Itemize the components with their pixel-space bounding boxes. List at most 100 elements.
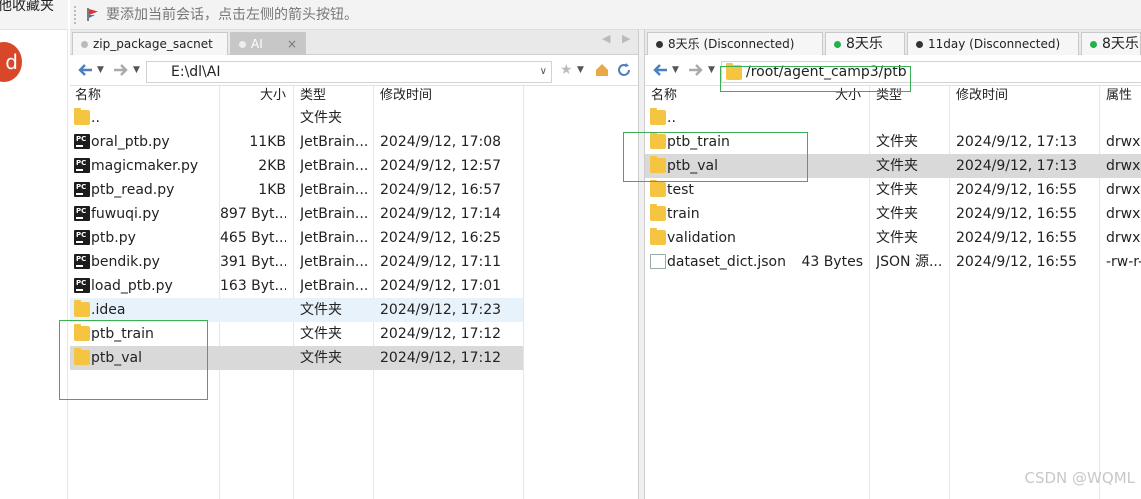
column-header-mtime[interactable]: 修改时间 bbox=[956, 87, 1008, 105]
tab-scroll-right-icon[interactable]: ▶ bbox=[622, 32, 630, 45]
tab-session-3[interactable]: 11day (Disconnected) bbox=[907, 32, 1079, 55]
back-dropdown-icon[interactable]: ▼ bbox=[97, 61, 104, 79]
tab-label: 8天乐 bbox=[1102, 36, 1139, 52]
cell-mtime: 2024/9/12, 17:12 bbox=[380, 350, 502, 366]
cell-type: 文件夹 bbox=[300, 302, 342, 318]
favorites-header[interactable]: 他收藏夹 bbox=[0, 0, 68, 30]
right-tab-bar: 8天乐 (Disconnected) 8天乐 11day (Disconnect… bbox=[645, 30, 1141, 55]
left-toolbar: ▼ ▼ E:\dl\AI ∨ ★ ▼ bbox=[70, 56, 638, 86]
cell-type: JetBrain... bbox=[300, 134, 369, 150]
tab-label: 8天乐 bbox=[846, 36, 883, 52]
cell-type: 文件夹 bbox=[876, 230, 918, 246]
list-item[interactable]: PC ptb.py 465 Byt... JetBrain... 2024/9/12, … bbox=[70, 226, 523, 250]
python-file-icon: PC bbox=[74, 158, 90, 173]
column-header-type[interactable]: 类型 bbox=[300, 87, 326, 105]
cell-mtime: 2024/9/12, 17:14 bbox=[380, 206, 502, 222]
list-item[interactable]: validation 文件夹 2024/9/12, 16:55 drwxr bbox=[645, 226, 1141, 250]
python-file-icon: PC bbox=[74, 230, 90, 245]
cell-name: ptb.py bbox=[91, 230, 136, 246]
cell-size: 2KB bbox=[258, 158, 286, 174]
tab-label: 8天乐 (Disconnected) bbox=[668, 37, 795, 51]
left-column-headers: 名称 大小 类型 修改时间 bbox=[70, 86, 638, 106]
cell-size: 897 Byt... bbox=[220, 206, 286, 222]
python-file-icon: PC bbox=[74, 182, 90, 197]
refresh-icon[interactable] bbox=[616, 61, 632, 79]
cell-mtime: 2024/9/12, 16:55 bbox=[956, 206, 1078, 222]
column-header-size[interactable]: 大小 bbox=[260, 87, 286, 105]
watermark: CSDN @WQML bbox=[1024, 469, 1135, 487]
pane-splitter[interactable] bbox=[638, 30, 645, 499]
forward-dropdown-icon[interactable]: ▼ bbox=[708, 61, 715, 79]
list-item[interactable]: PC ptb_read.py 1KB JetBrain... 2024/9/12, 16… bbox=[70, 178, 523, 202]
bookmark-dropdown-icon[interactable]: ▼ bbox=[577, 61, 584, 79]
cell-name: load_ptb.py bbox=[91, 278, 173, 294]
home-icon[interactable] bbox=[594, 61, 610, 79]
cell-mtime: 2024/9/12, 17:11 bbox=[380, 254, 502, 270]
back-arrow-icon[interactable] bbox=[76, 61, 94, 79]
left-tab-bar: zip_package_sacnet AI × ◀ ▶ bbox=[70, 30, 638, 55]
forward-arrow-icon[interactable] bbox=[687, 61, 705, 79]
tab-session-1[interactable]: 8天乐 (Disconnected) bbox=[647, 32, 823, 55]
cell-type: 文件夹 bbox=[876, 182, 918, 198]
forward-dropdown-icon[interactable]: ▼ bbox=[133, 61, 140, 79]
list-item[interactable]: train 文件夹 2024/9/12, 16:55 drwxr bbox=[645, 202, 1141, 226]
left-path-input[interactable]: E:\dl\AI ∨ bbox=[146, 61, 552, 83]
highlight-box bbox=[59, 320, 208, 400]
grip-handle[interactable] bbox=[74, 6, 77, 24]
column-header-mtime[interactable]: 修改时间 bbox=[380, 87, 432, 105]
column-header-name[interactable]: 名称 bbox=[651, 87, 677, 105]
cell-mtime: 2024/9/12, 16:55 bbox=[956, 254, 1078, 270]
cell-mtime: 2024/9/12, 17:08 bbox=[380, 134, 502, 150]
folder-icon bbox=[650, 180, 666, 197]
list-item[interactable]: PC magicmaker.py 2KB JetBrain... 2024/9/12, … bbox=[70, 154, 523, 178]
avatar[interactable]: d bbox=[0, 42, 22, 82]
cell-size: 391 Byt... bbox=[220, 254, 286, 270]
list-item[interactable]: PC oral_ptb.py 11KB JetBrain... 2024/9/12, 1… bbox=[70, 130, 523, 154]
list-item[interactable]: PC fuwuqi.py 897 Byt... JetBrain... 2024/9/1… bbox=[70, 202, 523, 226]
back-arrow-icon[interactable] bbox=[651, 61, 669, 79]
tab-session-2[interactable]: 8天乐 bbox=[825, 32, 905, 55]
cell-name: magicmaker.py bbox=[91, 158, 199, 174]
cell-mtime: 2024/9/12, 17:13 bbox=[956, 134, 1078, 150]
cell-type: JetBrain... bbox=[300, 182, 369, 198]
list-item[interactable]: PC load_ptb.py 163 Byt... JetBrain... 2024/9… bbox=[70, 274, 523, 298]
cell-type: 文件夹 bbox=[300, 350, 342, 366]
star-icon[interactable]: ★ bbox=[560, 61, 573, 79]
cell-size: 465 Byt... bbox=[220, 230, 286, 246]
list-item[interactable]: .idea 文件夹 2024/9/12, 17:23 bbox=[70, 298, 523, 322]
cell-size: 11KB bbox=[249, 134, 286, 150]
tab-zip-package-sacnet[interactable]: zip_package_sacnet bbox=[72, 32, 228, 55]
tab-status-dot bbox=[656, 41, 663, 48]
cell-attr: drwxr bbox=[1106, 158, 1141, 174]
list-item[interactable]: .. 文件夹 bbox=[70, 106, 523, 130]
path-dropdown-icon[interactable]: ∨ bbox=[540, 62, 547, 82]
tab-close-icon[interactable]: × bbox=[287, 33, 297, 55]
column-header-attr[interactable]: 属性 bbox=[1106, 87, 1132, 105]
tab-label: 11day (Disconnected) bbox=[928, 37, 1061, 51]
folder-icon bbox=[650, 204, 666, 221]
cell-name: .. bbox=[667, 110, 676, 126]
cell-type: JetBrain... bbox=[300, 254, 369, 270]
cell-type: 文件夹 bbox=[300, 326, 342, 342]
column-header-name[interactable]: 名称 bbox=[75, 87, 101, 105]
cell-attr: drwxr bbox=[1106, 182, 1141, 198]
list-item[interactable]: .. bbox=[645, 106, 1141, 130]
back-dropdown-icon[interactable]: ▼ bbox=[672, 61, 679, 79]
cell-mtime: 2024/9/12, 17:01 bbox=[380, 278, 502, 294]
tab-status-dot bbox=[834, 41, 841, 48]
tab-scroll-left-icon[interactable]: ◀ bbox=[602, 32, 610, 45]
cell-mtime: 2024/9/12, 16:57 bbox=[380, 182, 502, 198]
folder-icon bbox=[74, 108, 90, 125]
tab-ai[interactable]: AI × bbox=[230, 32, 306, 55]
list-item[interactable]: dataset_dict.json 43 Bytes JSON 源... 2024/9… bbox=[645, 250, 1141, 274]
flag-icon[interactable] bbox=[87, 8, 99, 21]
python-file-icon: PC bbox=[74, 206, 90, 221]
tab-session-4[interactable]: 8天乐 bbox=[1081, 32, 1141, 55]
list-item[interactable]: PC bendik.py 391 Byt... JetBrain... 2024/9/1… bbox=[70, 250, 523, 274]
favorites-label: 他收藏夹 bbox=[0, 0, 54, 14]
tab-status-dot bbox=[81, 41, 88, 48]
folder-icon bbox=[74, 300, 90, 317]
forward-arrow-icon[interactable] bbox=[112, 61, 130, 79]
cell-mtime: 2024/9/12, 17:23 bbox=[380, 302, 502, 318]
column-separator[interactable] bbox=[523, 86, 524, 499]
